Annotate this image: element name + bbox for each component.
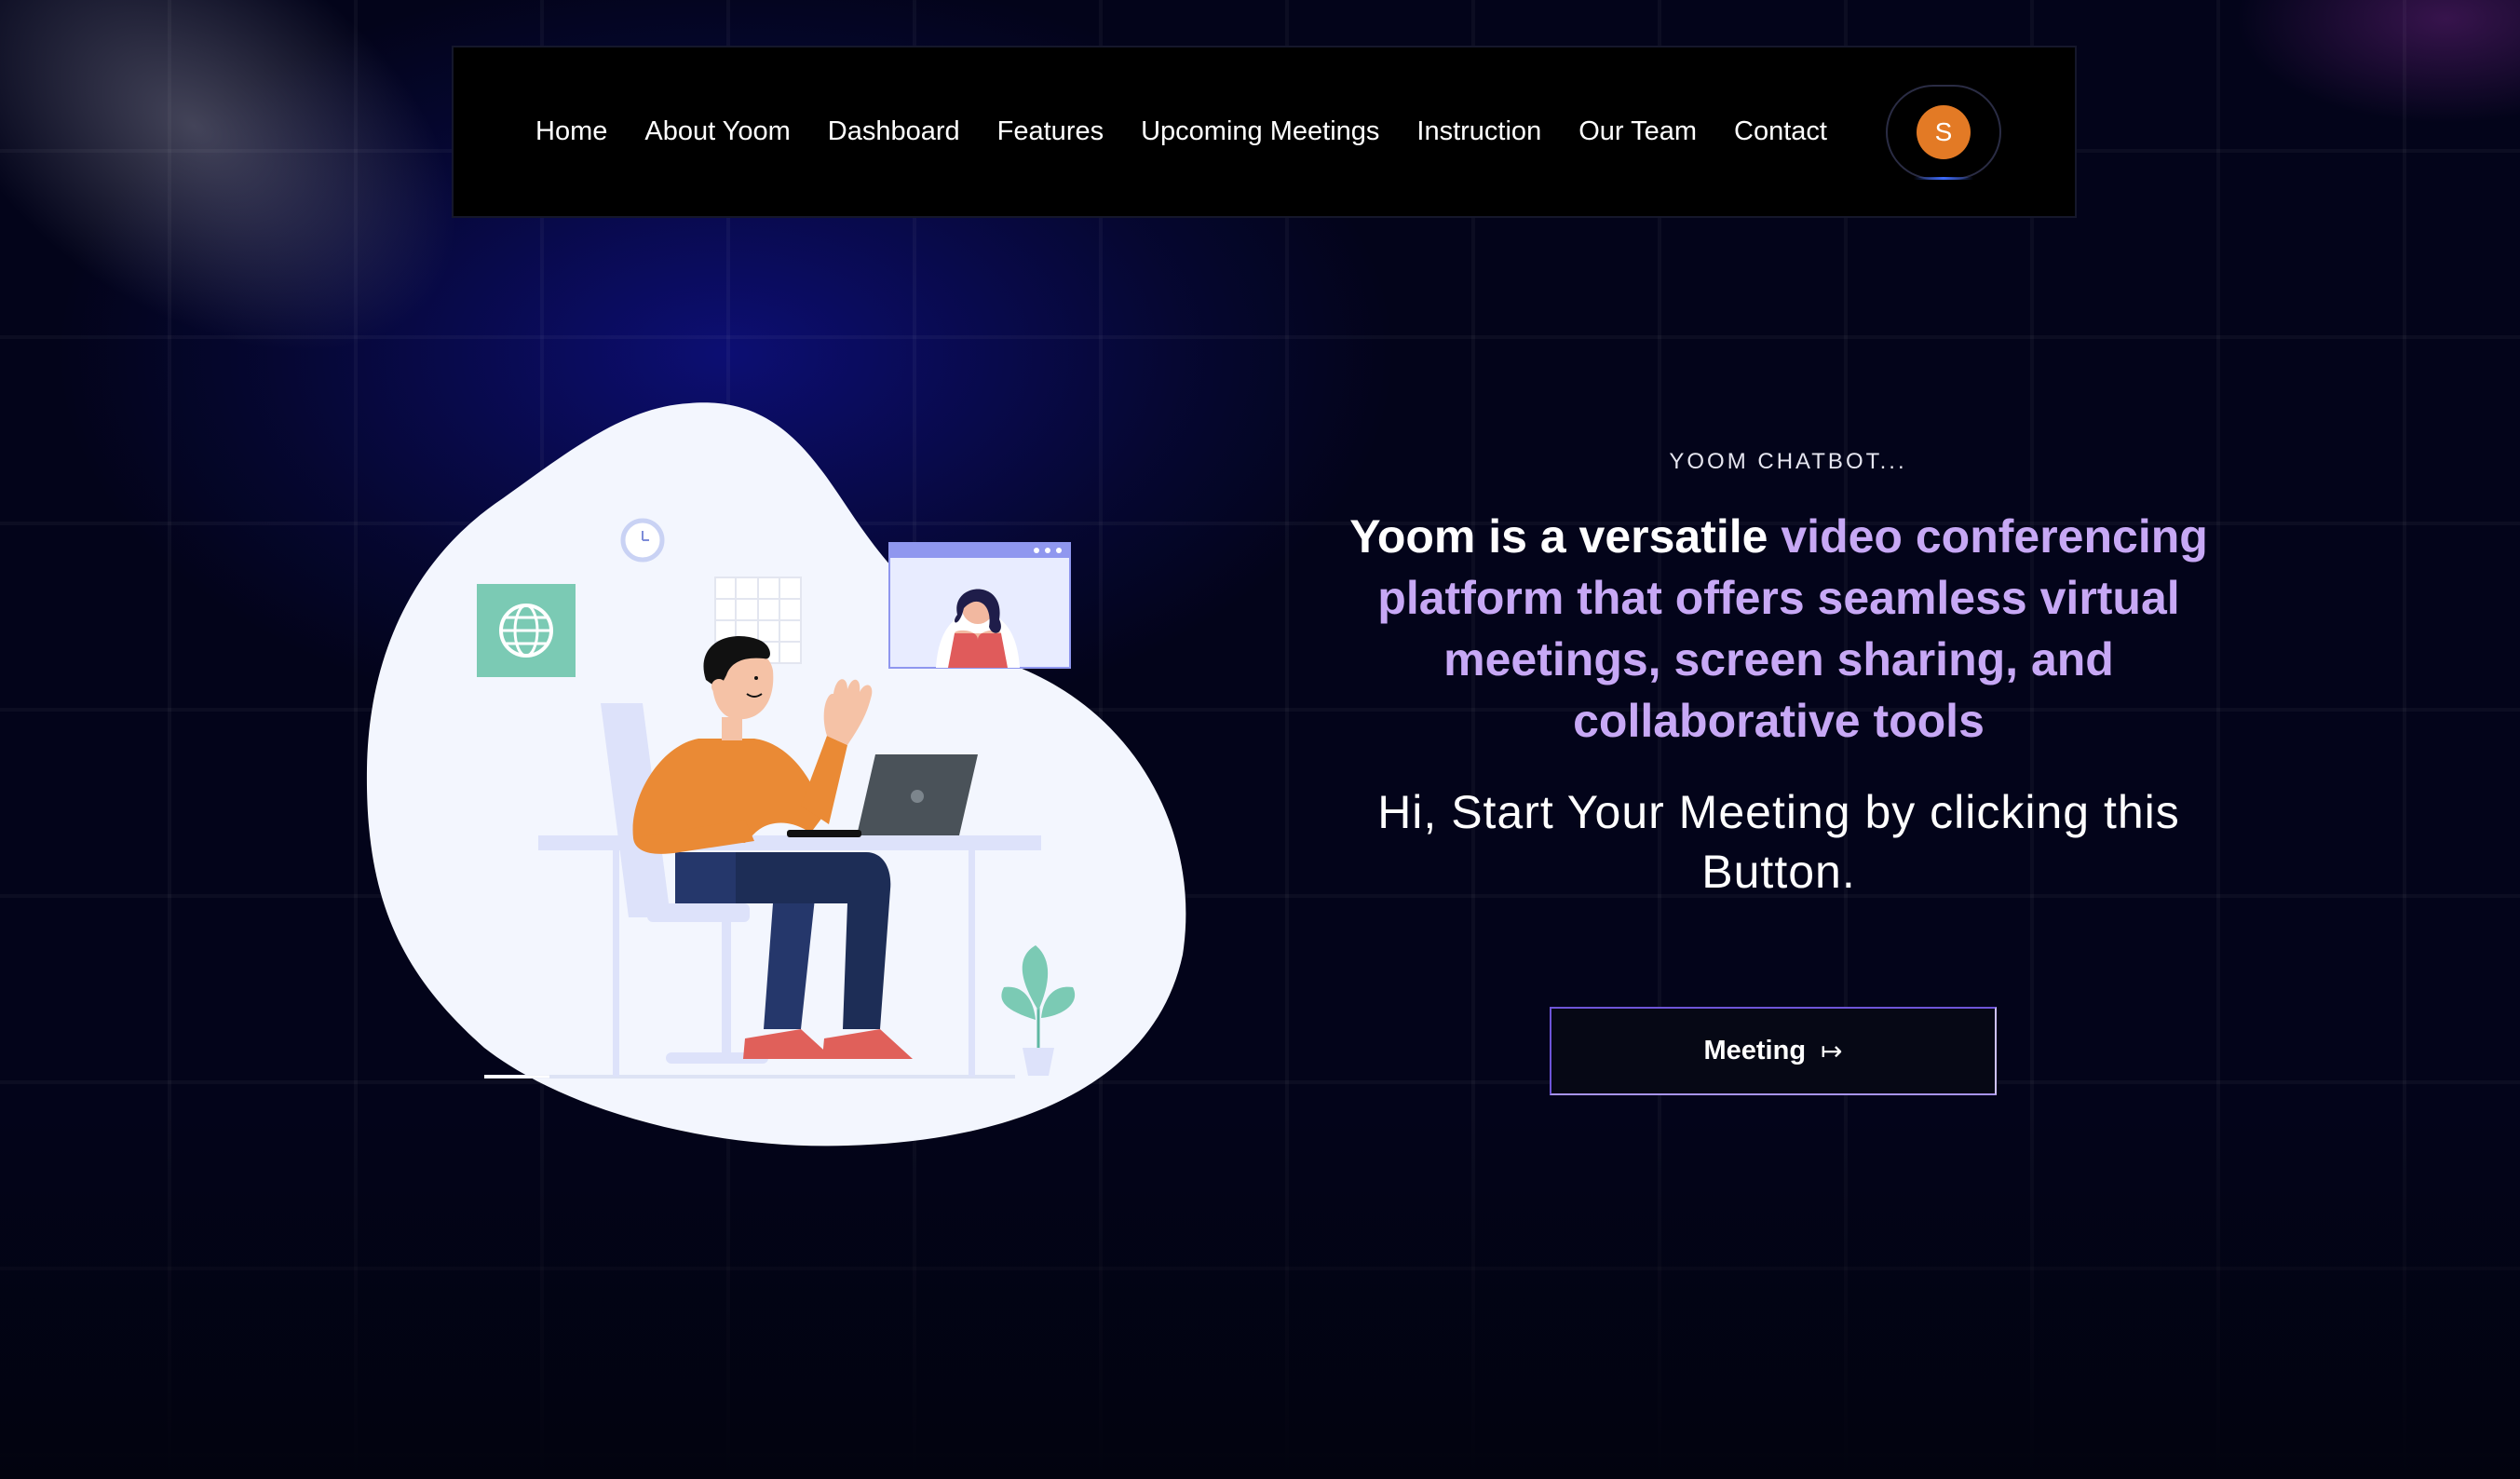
- hero-eyebrow: YOOM CHATBOT...: [1669, 449, 1907, 474]
- hero-subline: Hi, Start Your Meeting by clicking this …: [1377, 786, 2180, 898]
- nav-link-upcoming-meetings[interactable]: Upcoming Meetings: [1141, 116, 1379, 147]
- video-call-window-icon: [888, 542, 1071, 669]
- nav-link-dashboard[interactable]: Dashboard: [828, 116, 960, 147]
- globe-icon: [477, 584, 576, 677]
- nav-link-our-team[interactable]: Our Team: [1578, 116, 1697, 147]
- headline-white-part: Yoom is a versatile: [1349, 510, 1782, 563]
- top-navbar: Home About Yoom Dashboard Features Upcom…: [452, 46, 2077, 218]
- arrow-right-icon: ↦: [1821, 1037, 1843, 1065]
- nav-link-about[interactable]: About Yoom: [644, 116, 790, 147]
- hero-illustration: [366, 402, 1186, 1147]
- nav-link-contact[interactable]: Contact: [1734, 116, 1827, 147]
- nav-link-home[interactable]: Home: [535, 116, 607, 147]
- clock-icon: [620, 518, 665, 563]
- nav-link-instruction[interactable]: Instruction: [1416, 116, 1541, 147]
- background-fade: [0, 1106, 2520, 1479]
- nav-link-features[interactable]: Features: [997, 116, 1104, 147]
- hero-headline: Yoom is a versatile video conferencing p…: [1313, 506, 2244, 752]
- meeting-button-label: Meeting: [1703, 1036, 1807, 1065]
- user-button[interactable]: S: [1886, 85, 2001, 180]
- meeting-button[interactable]: Meeting ↦: [1550, 1007, 1997, 1095]
- avatar[interactable]: S: [1917, 105, 1971, 159]
